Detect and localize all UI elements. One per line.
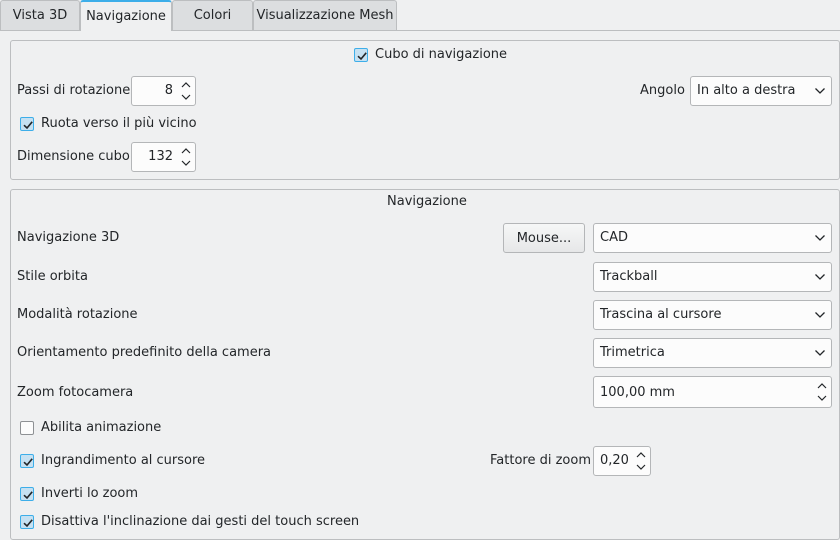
rotate-nearest-label: Ruota verso il più vicino	[41, 116, 197, 131]
corner-combobox[interactable]: In alto a destra	[690, 76, 832, 106]
zoom-factor-value: 0,20	[600, 453, 629, 468]
rotation-steps-value: 8	[164, 83, 173, 98]
rotation-steps-spinbox[interactable]: 8	[131, 76, 196, 106]
nav3d-value: CAD	[600, 230, 628, 245]
nav3d-combobox[interactable]: CAD	[593, 223, 832, 253]
tab-label: Colori	[193, 8, 232, 23]
tab-colori[interactable]: Colori	[172, 0, 253, 30]
tab-label: Vista 3D	[12, 8, 68, 23]
spin-arrows-icon[interactable]	[180, 80, 192, 102]
zoom-at-cursor-label: Ingrandimento al cursore	[41, 453, 206, 468]
rotation-mode-value: Trascina al cursore	[600, 307, 722, 322]
check-icon	[356, 50, 368, 62]
camera-orientation-value: Trimetrica	[600, 345, 665, 360]
camera-zoom-value: 100,00 mm	[600, 385, 675, 400]
rotation-mode-label: Modalità rotazione	[17, 307, 138, 322]
navcube-checkbox[interactable]	[354, 48, 368, 62]
corner-label: Angolo	[640, 83, 685, 98]
check-icon	[22, 456, 34, 468]
chevron-down-icon	[814, 349, 826, 357]
invert-zoom-checkbox[interactable]	[20, 487, 34, 501]
tab-label: Visualizzazione Mesh	[256, 8, 394, 23]
check-icon	[22, 119, 34, 131]
spin-arrows-icon[interactable]	[180, 146, 192, 168]
tab-label: Navigazione	[86, 9, 166, 24]
chevron-down-icon	[814, 234, 826, 242]
disable-tilt-label: Disattiva l'inclinazione dai gesti del t…	[41, 514, 360, 529]
nav3d-label: Navigazione 3D	[17, 230, 120, 245]
spin-arrows-icon[interactable]	[635, 450, 647, 472]
tab-bar: Vista 3D Navigazione Colori Visualizzazi…	[0, 0, 840, 31]
orbit-style-combobox[interactable]: Trackball	[593, 262, 832, 292]
rotation-mode-combobox[interactable]: Trascina al cursore	[593, 300, 832, 330]
spin-arrows-icon[interactable]	[816, 381, 828, 403]
check-icon	[22, 489, 34, 501]
mouse-button-label: Mouse...	[516, 230, 572, 246]
tab-visualizzazione-mesh[interactable]: Visualizzazione Mesh	[253, 0, 397, 30]
cube-size-label: Dimensione cubo	[17, 149, 130, 164]
camera-zoom-spinbox[interactable]: 100,00 mm	[593, 376, 832, 408]
camera-orientation-label: Orientamento predefinito della camera	[17, 345, 272, 360]
enable-animation-label: Abilita animazione	[41, 420, 162, 435]
orbit-style-value: Trackball	[600, 269, 658, 284]
chevron-down-icon	[814, 87, 826, 95]
navigation-group-title: Navigazione	[387, 194, 467, 209]
mouse-button[interactable]: Mouse...	[503, 223, 585, 253]
camera-zoom-label: Zoom fotocamera	[17, 385, 134, 400]
tab-vista-3d[interactable]: Vista 3D	[0, 0, 80, 30]
zoom-at-cursor-checkbox[interactable]	[20, 454, 34, 468]
tab-navigazione[interactable]: Navigazione	[80, 0, 172, 31]
chevron-down-icon	[814, 273, 826, 281]
cube-size-spinbox[interactable]: 132	[131, 142, 196, 172]
navcube-label: Cubo di navigazione	[375, 47, 508, 62]
check-icon	[22, 517, 34, 529]
cube-size-value: 132	[148, 149, 173, 164]
corner-value: In alto a destra	[697, 83, 796, 98]
disable-tilt-checkbox[interactable]	[20, 515, 34, 529]
rotate-nearest-checkbox[interactable]	[20, 117, 34, 131]
rotation-steps-label: Passi di rotazione	[17, 83, 131, 98]
camera-orientation-combobox[interactable]: Trimetrica	[593, 338, 832, 368]
invert-zoom-label: Inverti lo zoom	[41, 486, 139, 501]
enable-animation-checkbox[interactable]	[20, 421, 34, 435]
chevron-down-icon	[814, 311, 826, 319]
orbit-style-label: Stile orbita	[17, 269, 88, 284]
zoom-factor-label: Fattore di zoom	[490, 453, 591, 468]
zoom-factor-spinbox[interactable]: 0,20	[593, 446, 651, 476]
